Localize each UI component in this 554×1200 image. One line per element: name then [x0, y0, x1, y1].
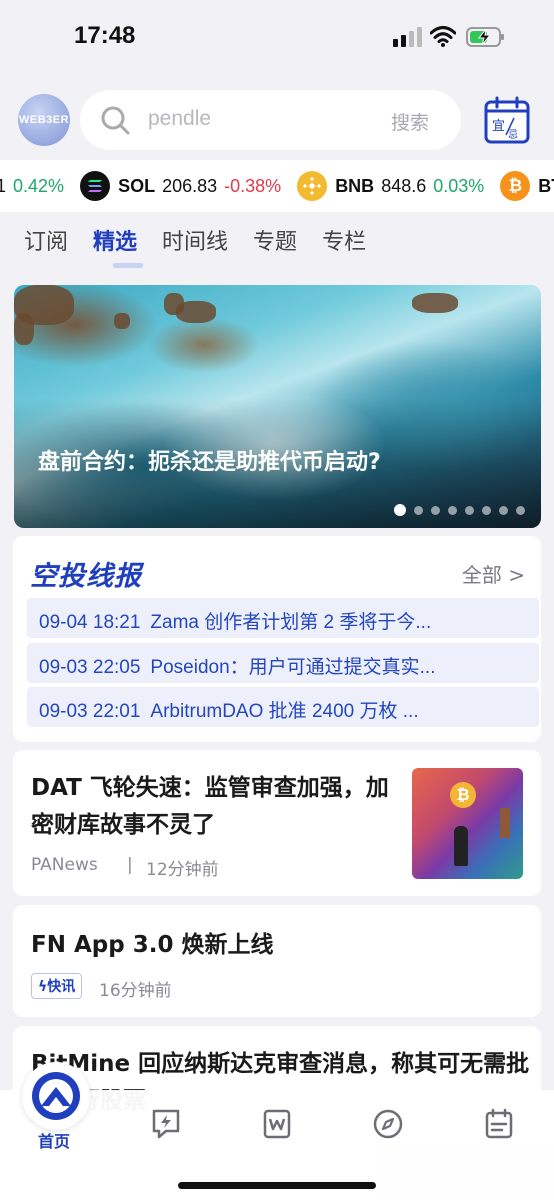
ticker-item-partial[interactable]: 1 0.42%	[0, 176, 64, 197]
flash-icon	[152, 1109, 180, 1139]
carousel-dot	[516, 505, 525, 515]
airdrop-text: Poseidon：用户可通过提交真实...	[150, 657, 436, 678]
ticker-item-bnb[interactable]: BNB 848.6 0.03%	[297, 171, 484, 201]
ticker-change: 0.42%	[13, 175, 65, 196]
signal-icon	[393, 27, 422, 47]
ticker-item-sol[interactable]: SOL 206.83 -0.38%	[80, 171, 281, 201]
price-ticker[interactable]: 1 0.42% SOL 206.83 -0.38% BNB 848.6 0.03…	[0, 160, 554, 212]
avatar-label: WEB3ER	[18, 114, 70, 126]
carousel-dot	[499, 505, 508, 515]
news-title: DAT 飞轮失速：监管审查加强，加密财库故事不灵了	[31, 775, 389, 838]
hero-title: 盘前合约：扼杀还是助推代币启动?	[38, 450, 381, 475]
airdrop-title: 空投线报	[30, 561, 142, 592]
tab-timeline[interactable]: 时间线	[162, 224, 228, 264]
carousel-dot	[448, 505, 457, 515]
yi-ji-calendar-icon[interactable]: 宜 忌	[484, 96, 530, 144]
ticker-symbol: SOL	[118, 175, 156, 196]
search-icon	[101, 106, 130, 135]
airdrop-card: 空投线报 全部 > 09-04 18:21 Zama 创作者计划第 2 季将于今.…	[13, 536, 541, 742]
nav-home-label[interactable]: 首页	[38, 1128, 70, 1152]
news-card[interactable]: DAT 飞轮失速：监管审查加强，加密财库故事不灵了 PANews | 12分钟前…	[13, 750, 541, 896]
ticker-change: 0.03%	[433, 175, 485, 196]
ticker-item-btc[interactable]: ₿ BT	[500, 171, 554, 201]
sol-icon	[80, 171, 111, 201]
flash-badge: ϟ快讯	[31, 973, 83, 999]
airdrop-time: 09-04 18:21	[39, 612, 141, 633]
carousel-indicator	[386, 504, 525, 516]
home-icon	[32, 1072, 80, 1120]
home-indicator	[178, 1182, 376, 1189]
airdrop-text: ArbitrumDAO 批准 2400 万枚 ...	[150, 701, 419, 722]
airdrop-text: Zama 创作者计划第 2 季将于今...	[150, 612, 432, 633]
svg-text:忌: 忌	[508, 129, 518, 141]
hero-banner[interactable]: 盘前合约：扼杀还是助推代币启动?	[14, 285, 541, 528]
airdrop-item[interactable]: 09-04 18:21 Zama 创作者计划第 2 季将于今...	[27, 598, 539, 638]
btc-icon: ₿	[500, 171, 531, 201]
news-time: 12分钟前	[146, 860, 219, 880]
compass-icon	[373, 1109, 403, 1139]
status-bar: 17:48	[0, 0, 554, 75]
search-button[interactable]: 搜索	[391, 108, 429, 135]
badge-label: 快讯	[47, 979, 76, 995]
tab-subscribe[interactable]: 订阅	[24, 224, 68, 264]
tab-columns[interactable]: 专栏	[322, 224, 366, 264]
ticker-symbol: BNB	[335, 175, 375, 196]
ticker-price: 848.6	[381, 175, 427, 196]
nav-article[interactable]	[257, 1104, 297, 1144]
carousel-dot	[394, 504, 406, 516]
airdrop-item[interactable]: 09-03 22:05 Poseidon：用户可通过提交真实...	[27, 643, 539, 683]
carousel-dot	[414, 505, 423, 515]
carousel-dot	[431, 505, 440, 515]
status-time: 17:48	[74, 22, 136, 49]
search-placeholder: pendle	[148, 107, 212, 130]
carousel-dot	[465, 505, 474, 515]
news-title: FN App 3.0 焕新上线	[31, 932, 274, 958]
bottom-nav: 首页	[0, 1062, 554, 1200]
nav-flash[interactable]	[146, 1104, 186, 1144]
airdrop-all-link[interactable]: 全部 >	[462, 559, 525, 588]
ticker-symbol: BT	[538, 175, 554, 196]
wifi-icon	[430, 26, 456, 47]
search-input[interactable]: pendle 搜索	[80, 90, 461, 150]
nav-discover[interactable]	[368, 1104, 408, 1144]
carousel-dot	[482, 505, 491, 515]
news-card[interactable]: FN App 3.0 焕新上线 ϟ快讯 16分钟前	[13, 905, 541, 1017]
airdrop-item[interactable]: 09-03 22:01 ArbitrumDAO 批准 2400 万枚 ...	[27, 687, 539, 727]
ticker-price: 206.83	[162, 175, 218, 196]
ticker-change: -0.38%	[224, 175, 282, 196]
battery-charging-icon	[466, 27, 504, 47]
avatar[interactable]: WEB3ER	[18, 94, 70, 146]
calendar-icon	[485, 1108, 513, 1139]
top-header: WEB3ER pendle 搜索 宜 忌	[0, 88, 554, 152]
news-time: 16分钟前	[99, 981, 172, 1001]
tab-featured[interactable]: 精选	[93, 224, 144, 268]
news-thumbnail: ₿	[412, 768, 523, 879]
tab-topics[interactable]: 专题	[253, 224, 297, 264]
nav-calendar[interactable]	[479, 1104, 519, 1144]
category-tabs: 订阅 精选 时间线 专题 专栏	[24, 224, 391, 268]
airdrop-time: 09-03 22:05	[39, 657, 141, 678]
nav-home[interactable]	[22, 1062, 90, 1130]
meta-separator: |	[127, 855, 133, 875]
ticker-price: 1	[0, 175, 7, 196]
flash-icon: ϟ	[38, 979, 48, 995]
svg-text:宜: 宜	[492, 119, 505, 134]
news-source: PANews	[31, 855, 98, 875]
airdrop-time: 09-03 22:01	[39, 701, 141, 722]
bnb-icon	[297, 171, 328, 201]
article-icon	[263, 1109, 291, 1139]
